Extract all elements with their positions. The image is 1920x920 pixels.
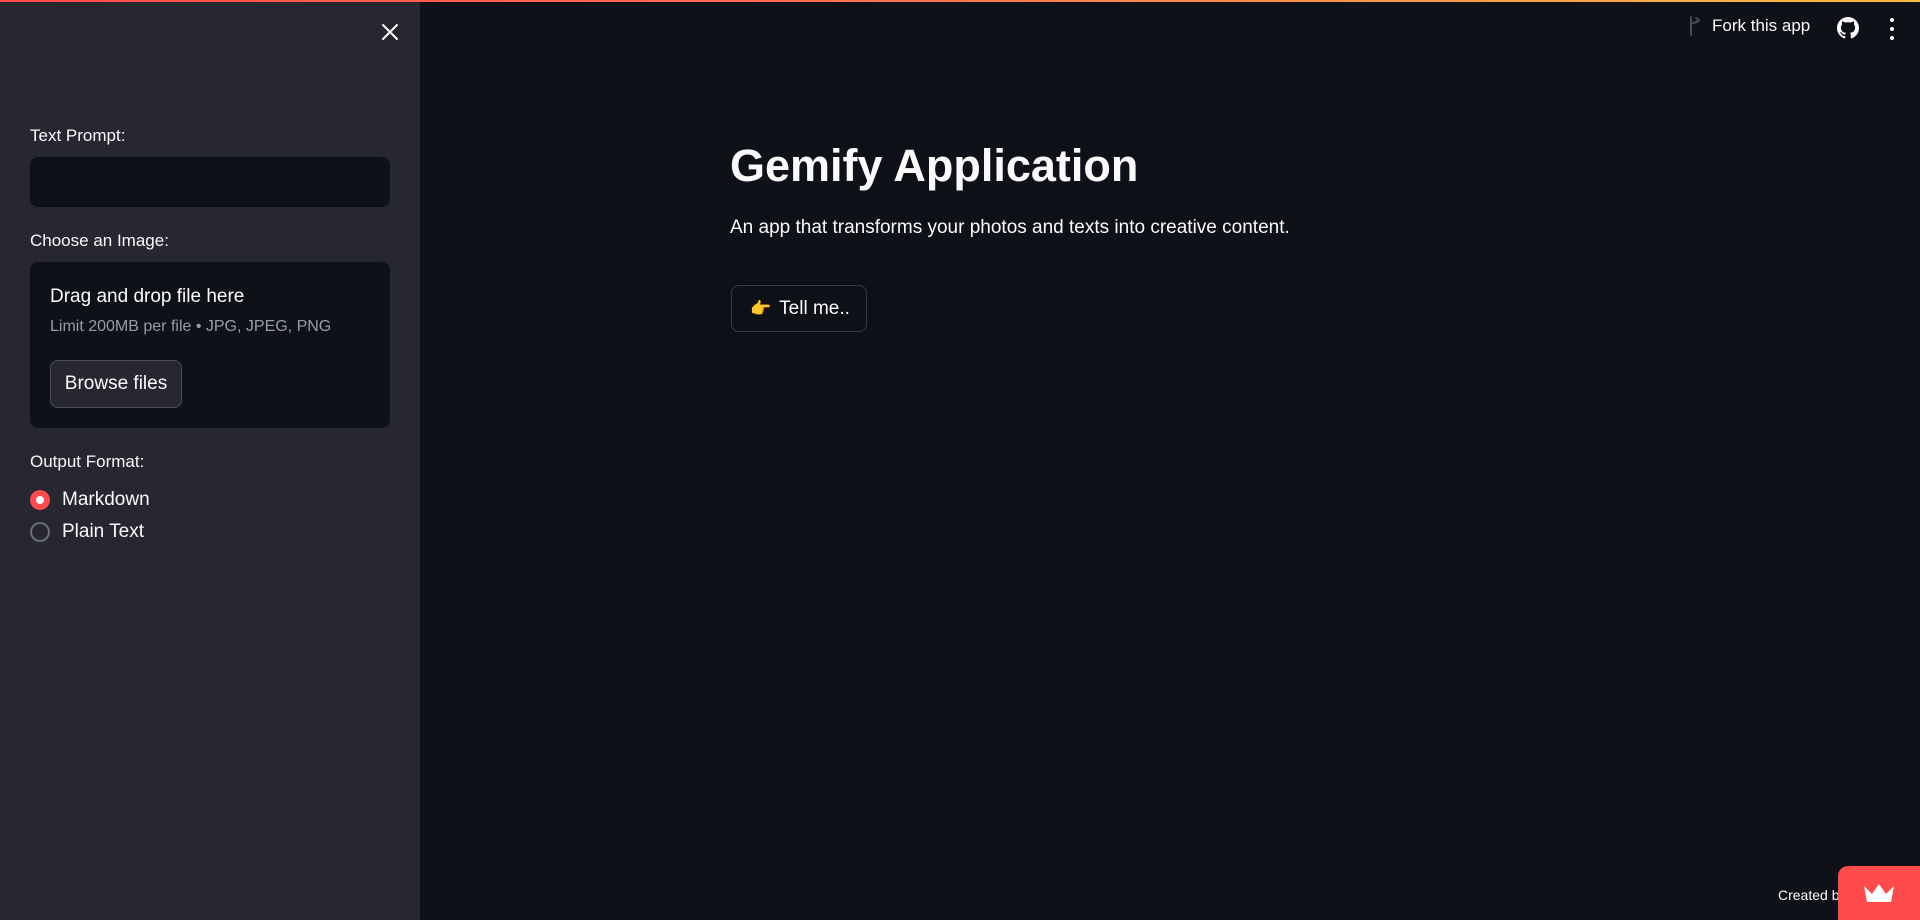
close-sidebar-button[interactable] — [376, 18, 404, 46]
created-by-text: Created b — [1778, 887, 1840, 903]
choose-image-label: Choose an Image: — [30, 231, 169, 250]
kebab-menu-icon — [1890, 27, 1894, 31]
page-subtitle: An app that transforms your photos and t… — [730, 217, 1290, 238]
fork-app-label: Fork this app — [1712, 16, 1811, 35]
pointing-hand-icon: 👉 — [750, 298, 772, 318]
tell-me-label: Tell me.. — [779, 297, 850, 319]
radio-label-plain-text: Plain Text — [62, 521, 145, 542]
browse-files-button[interactable]: Browse files — [50, 360, 182, 408]
dropzone-hint: Limit 200MB per file • JPG, JPEG, PNG — [50, 318, 332, 335]
text-prompt-input[interactable] — [30, 157, 390, 207]
sidebar: Text Prompt: Choose an Image: Drag and d… — [0, 0, 420, 920]
output-format-label: Output Format: — [30, 452, 145, 471]
fork-icon — [1690, 16, 1700, 36]
radio-selected-icon — [30, 490, 50, 510]
radio-unselected-icon — [30, 522, 50, 542]
main-menu-button[interactable] — [1882, 18, 1902, 40]
dropzone-title: Drag and drop file here — [50, 286, 245, 307]
kebab-menu-icon — [1890, 18, 1894, 22]
crown-icon — [1864, 884, 1894, 902]
streamlit-badge[interactable] — [1838, 866, 1920, 920]
radio-label-markdown: Markdown — [62, 489, 150, 510]
github-icon — [1837, 17, 1859, 39]
text-prompt-label: Text Prompt: — [30, 126, 126, 145]
kebab-menu-icon — [1890, 36, 1894, 40]
tell-me-button[interactable]: 👉 Tell me.. — [731, 285, 867, 332]
file-dropzone[interactable]: Drag and drop file here Limit 200MB per … — [30, 262, 390, 428]
page-title: Gemify Application — [730, 140, 1139, 191]
top-decoration-stripe — [0, 0, 1920, 2]
github-button[interactable] — [1837, 17, 1859, 39]
close-icon — [382, 24, 398, 40]
radio-option-plain-text[interactable]: Plain Text — [30, 521, 144, 543]
fork-app-button[interactable]: Fork this app — [1688, 16, 1810, 36]
radio-option-markdown[interactable]: Markdown — [30, 489, 150, 511]
